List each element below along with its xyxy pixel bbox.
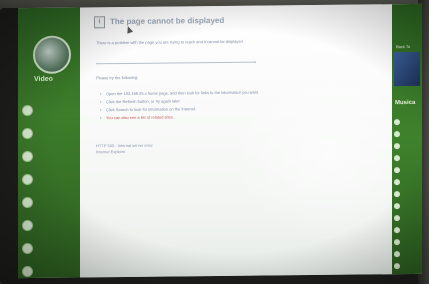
sidebar-item[interactable]	[394, 116, 422, 127]
monitor-screen: Video i The page cannot be displayed The…	[18, 3, 422, 279]
sidebar-item[interactable]	[22, 145, 78, 167]
right-nav-list	[394, 116, 422, 272]
bullet-icon	[394, 238, 400, 245]
try-heading: Please try the following:	[96, 74, 139, 81]
sidebar-item[interactable]	[394, 140, 422, 151]
page-title: The page cannot be displayed	[110, 15, 225, 27]
bullet-icon	[22, 104, 33, 117]
bullet-icon	[22, 265, 33, 278]
intro-text: There is a problem with the page you are…	[96, 38, 244, 46]
left-nav-list	[22, 99, 78, 278]
sidebar-item[interactable]	[22, 237, 78, 259]
sidebar-item[interactable]	[394, 212, 422, 223]
bullet-icon	[394, 154, 400, 161]
bullet-icon	[394, 178, 400, 185]
promo-label: Back To	[396, 44, 411, 50]
sidebar-item[interactable]	[22, 260, 78, 278]
bullet-icon	[394, 262, 400, 269]
sidebar-item[interactable]	[394, 188, 422, 199]
sidebar-item[interactable]	[22, 168, 78, 190]
sidebar-item[interactable]	[394, 152, 422, 163]
bullet-icon	[394, 190, 400, 197]
right-sidebar: Back To Musica	[392, 3, 422, 275]
bullet-icon	[394, 202, 400, 209]
bullet-icon	[394, 250, 400, 257]
bullet-icon	[394, 214, 400, 221]
sidebar-item[interactable]	[394, 176, 422, 187]
sidebar-item[interactable]	[394, 248, 422, 259]
mouse-cursor-icon	[124, 25, 134, 34]
sidebar-item[interactable]	[394, 236, 422, 247]
bullet-icon	[22, 219, 33, 232]
bullet-icon	[22, 127, 33, 140]
sidebar-item[interactable]	[22, 122, 78, 144]
sidebar-section-title: Video	[34, 75, 53, 83]
browser-name: Internet Explorer	[96, 148, 126, 155]
sidebar-item[interactable]	[394, 128, 422, 139]
bullet-icon	[394, 118, 400, 125]
bullet-icon	[394, 130, 400, 137]
divider	[96, 61, 256, 65]
bullet-icon	[22, 196, 33, 209]
error-page: i The page cannot be displayed There is …	[80, 4, 422, 278]
bullet-icon	[394, 142, 400, 149]
bullet-icon	[394, 226, 400, 233]
sidebar-item[interactable]	[394, 260, 422, 271]
sidebar-item[interactable]	[22, 214, 78, 236]
sidebar-section-title: Musica	[395, 99, 416, 107]
site-logo-icon[interactable]	[33, 35, 71, 74]
http-status: HTTP 500 - Internal server error Interne…	[96, 143, 153, 156]
sidebar-item[interactable]	[22, 191, 78, 213]
error-page-icon: i	[94, 16, 105, 29]
bullet-icon	[22, 173, 33, 186]
left-sidebar: Video	[18, 7, 80, 279]
sidebar-item[interactable]	[394, 200, 422, 211]
sidebar-item[interactable]	[394, 224, 422, 235]
bullet-icon	[394, 166, 400, 173]
sidebar-item[interactable]	[22, 99, 78, 121]
bullet-icon	[22, 150, 33, 163]
promo-banner-image[interactable]	[394, 51, 420, 87]
bullet-icon	[22, 242, 33, 255]
sidebar-item[interactable]	[394, 164, 422, 175]
